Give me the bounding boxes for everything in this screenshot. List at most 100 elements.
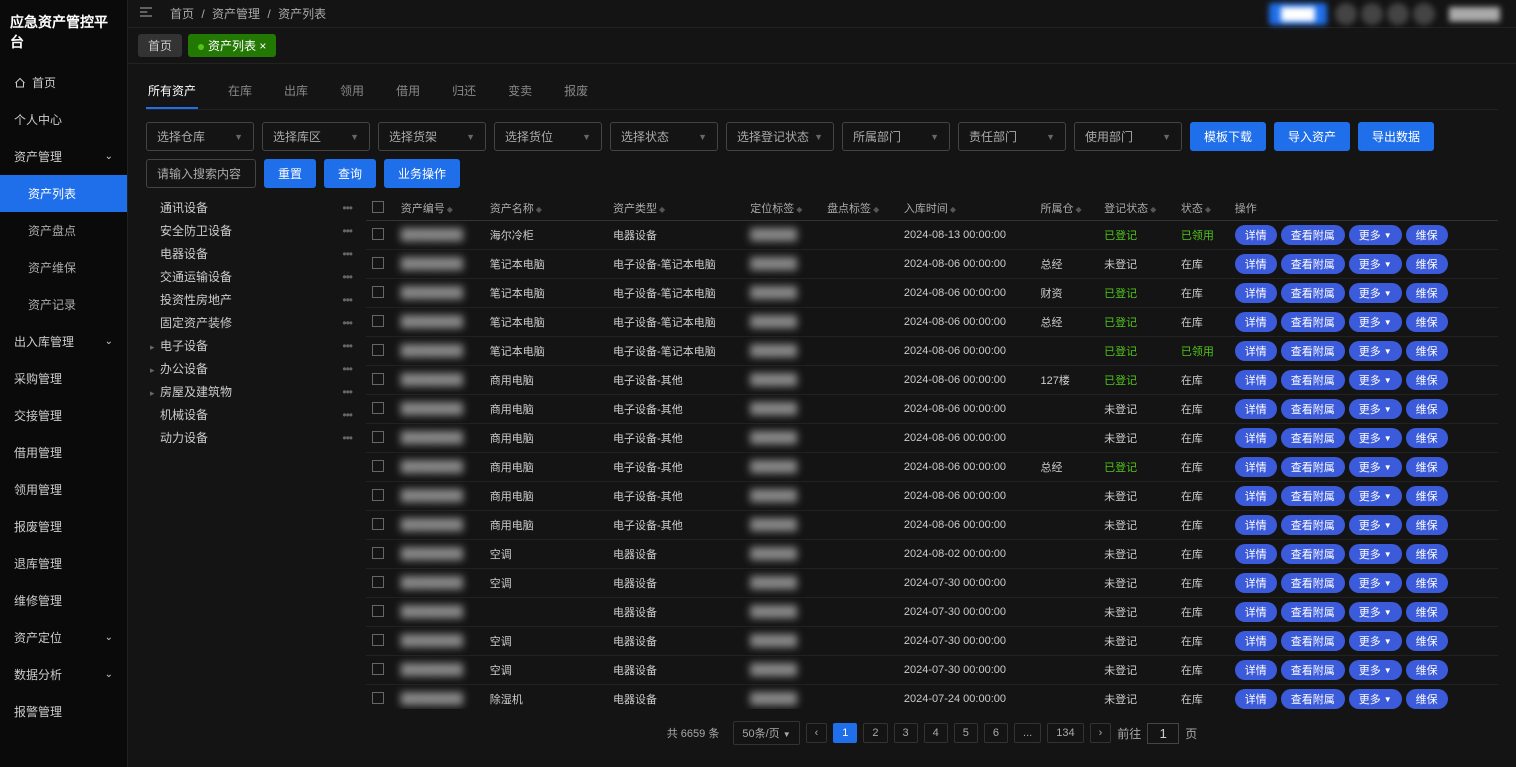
maintenance-button[interactable]: 维保 [1406,660,1448,680]
detail-button[interactable]: 详情 [1235,689,1277,709]
maintenance-button[interactable]: 维保 [1406,370,1448,390]
more-icon[interactable]: ••• [342,431,352,445]
page-number[interactable]: 4 [924,723,948,743]
sidebar-item[interactable]: 数据分析⌄ [0,656,127,693]
breadcrumb-item[interactable]: 资产管理 [212,7,260,21]
more-icon[interactable]: ••• [342,224,352,238]
detail-button[interactable]: 详情 [1235,254,1277,274]
more-icon[interactable]: ••• [342,201,352,215]
row-checkbox[interactable] [372,402,384,414]
detail-button[interactable]: 详情 [1235,631,1277,651]
more-icon[interactable]: ••• [342,247,352,261]
row-checkbox[interactable] [372,373,384,385]
nav-tab[interactable]: 资产列表 × [188,34,276,57]
page-size-select[interactable]: 50条/页 ▼ [733,721,799,745]
filter-select[interactable]: 责任部门▼ [958,122,1066,151]
more-button[interactable]: 更多▼ [1349,341,1402,361]
tree-node[interactable]: 电器设备••• [146,242,356,265]
tree-node[interactable]: 机械设备••• [146,403,356,426]
sub-tab[interactable]: 领用 [338,74,366,109]
filter-select[interactable]: 选择库区▼ [262,122,370,151]
more-button[interactable]: 更多▼ [1349,312,1402,332]
sidebar-item[interactable]: 资产定位⌄ [0,619,127,656]
row-checkbox[interactable] [372,576,384,588]
more-button[interactable]: 更多▼ [1349,689,1402,709]
page-number[interactable]: 2 [863,723,887,743]
table-header[interactable]: 操作 [1229,196,1498,221]
row-checkbox[interactable] [372,518,384,530]
sidebar-item[interactable]: 出入库管理⌄ [0,323,127,360]
maintenance-button[interactable]: 维保 [1406,515,1448,535]
detail-button[interactable]: 详情 [1235,486,1277,506]
row-checkbox[interactable] [372,228,384,240]
filter-select[interactable]: 选择状态▼ [610,122,718,151]
table-header[interactable]: 盘点标签◆ [821,196,898,221]
attachment-button[interactable]: 查看附属 [1281,399,1345,419]
maintenance-button[interactable]: 维保 [1406,486,1448,506]
more-button[interactable]: 更多▼ [1349,515,1402,535]
more-button[interactable]: 更多▼ [1349,254,1402,274]
page-number[interactable]: 1 [833,723,857,743]
sort-icon[interactable]: ◆ [950,205,956,214]
sort-icon[interactable]: ◆ [659,205,665,214]
more-button[interactable]: 更多▼ [1349,428,1402,448]
template-download-button[interactable]: 模板下载 [1190,122,1266,151]
attachment-button[interactable]: 查看附属 [1281,457,1345,477]
more-button[interactable]: 更多▼ [1349,486,1402,506]
breadcrumb-item[interactable]: 资产列表 [278,7,326,21]
attachment-button[interactable]: 查看附属 [1281,283,1345,303]
sidebar-item[interactable]: 报废管理 [0,508,127,545]
filter-select[interactable]: 选择仓库▼ [146,122,254,151]
more-button[interactable]: 更多▼ [1349,544,1402,564]
sort-icon[interactable]: ◆ [796,205,802,214]
biz-button[interactable]: 业务操作 [384,159,460,188]
sidebar-item[interactable]: 维修管理 [0,582,127,619]
table-header[interactable]: 入库时间◆ [898,196,1035,221]
page-number[interactable]: 3 [894,723,918,743]
sub-tab[interactable]: 借用 [394,74,422,109]
detail-button[interactable]: 详情 [1235,399,1277,419]
detail-button[interactable]: 详情 [1235,283,1277,303]
sidebar-subitem[interactable]: 资产维保 [0,249,127,286]
maintenance-button[interactable]: 维保 [1406,399,1448,419]
attachment-button[interactable]: 查看附属 [1281,602,1345,622]
tree-node[interactable]: 投资性房地产••• [146,288,356,311]
detail-button[interactable]: 详情 [1235,515,1277,535]
top-action-button[interactable]: ████ [1269,3,1327,25]
attachment-button[interactable]: 查看附属 [1281,573,1345,593]
sub-tab[interactable]: 归还 [450,74,478,109]
sort-icon[interactable]: ◆ [1150,205,1156,214]
row-checkbox[interactable] [372,605,384,617]
filter-select[interactable]: 选择货架▼ [378,122,486,151]
filter-select[interactable]: 所属部门▼ [842,122,950,151]
attachment-button[interactable]: 查看附属 [1281,370,1345,390]
sidebar-item[interactable]: 退库管理 [0,545,127,582]
table-header[interactable]: 状态◆ [1175,196,1229,221]
filter-select[interactable]: 选择货位▼ [494,122,602,151]
more-button[interactable]: 更多▼ [1349,573,1402,593]
attachment-button[interactable]: 查看附属 [1281,544,1345,564]
detail-button[interactable]: 详情 [1235,428,1277,448]
table-header[interactable]: 定位标签◆ [744,196,821,221]
attachment-button[interactable]: 查看附属 [1281,254,1345,274]
sidebar-subitem[interactable]: 资产列表 [0,175,127,212]
import-button[interactable]: 导入资产 [1274,122,1350,151]
more-icon[interactable]: ••• [342,408,352,422]
maintenance-button[interactable]: 维保 [1406,225,1448,245]
detail-button[interactable]: 详情 [1235,370,1277,390]
attachment-button[interactable]: 查看附属 [1281,515,1345,535]
attachment-button[interactable]: 查看附属 [1281,486,1345,506]
sidebar-item[interactable]: 领用管理 [0,471,127,508]
detail-button[interactable]: 详情 [1235,457,1277,477]
attachment-button[interactable]: 查看附属 [1281,312,1345,332]
maintenance-button[interactable]: 维保 [1406,544,1448,564]
sort-icon[interactable]: ◆ [536,205,542,214]
search-input[interactable]: 请输入搜索内容 [146,159,256,188]
next-page[interactable]: › [1090,723,1112,743]
row-checkbox[interactable] [372,431,384,443]
more-icon[interactable]: ••• [342,270,352,284]
sidebar-item[interactable]: 首页 [0,64,127,101]
table-header[interactable]: 登记状态◆ [1098,196,1175,221]
table-header[interactable]: 资产名称◆ [484,196,607,221]
detail-button[interactable]: 详情 [1235,660,1277,680]
